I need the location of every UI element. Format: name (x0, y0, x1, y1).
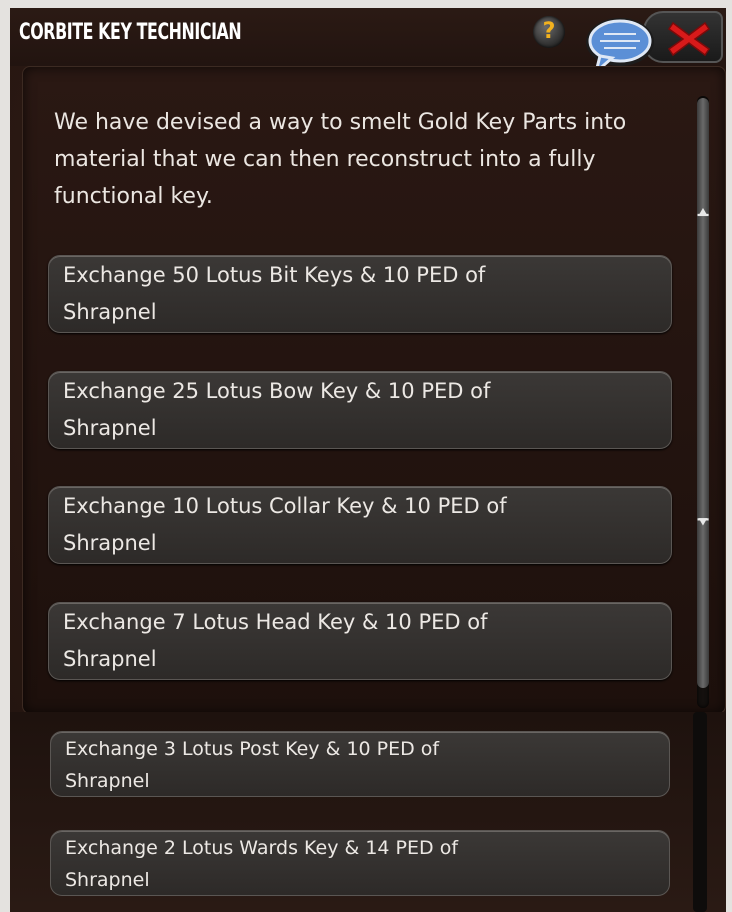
option-line1: Exchange 3 Lotus Post Key & 10 PED of (65, 738, 440, 760)
option-line2: Shrapnel (63, 416, 157, 440)
title-bar: CORBITE KEY TECHNICIAN ? (10, 8, 726, 77)
option-line1: Exchange 2 Lotus Wards Key & 14 PED of (65, 837, 459, 859)
close-icon (667, 21, 711, 57)
exchange-option-wards-key[interactable]: Exchange 2 Lotus Wards Key & 14 PED of S… (50, 830, 670, 896)
scrollbar[interactable]: ⯅ ▔ ▁ ⯆ (693, 96, 713, 708)
exchange-option-collar-key[interactable]: Exchange 10 Lotus Collar Key & 10 PED of… (48, 486, 672, 564)
option-line1: Exchange 7 Lotus Head Key & 10 PED of (63, 610, 488, 634)
scroll-thumb[interactable] (697, 98, 709, 688)
option-line2: Shrapnel (63, 300, 157, 324)
dialog-window: CORBITE KEY TECHNICIAN ? We have devised… (10, 8, 726, 912)
scroll-down-grip-icon: ▁ ⯆ (697, 505, 709, 531)
option-line2: Shrapnel (65, 869, 150, 891)
exchange-option-bit-keys[interactable]: Exchange 50 Lotus Bit Keys & 10 PED of S… (48, 255, 672, 333)
option-line2: Shrapnel (65, 770, 150, 792)
window-title: CORBITE KEY TECHNICIAN (19, 20, 242, 45)
help-icon[interactable]: ? (533, 16, 565, 48)
lower-scrollbar[interactable] (693, 712, 707, 912)
scroll-up-grip-icon: ⯅ ▔ (697, 205, 709, 231)
option-line1: Exchange 50 Lotus Bit Keys & 10 PED of (63, 263, 486, 287)
option-line1: Exchange 10 Lotus Collar Key & 10 PED of (63, 494, 507, 518)
option-line2: Shrapnel (63, 531, 157, 555)
option-line2: Shrapnel (63, 647, 157, 671)
exchange-option-bow-key[interactable]: Exchange 25 Lotus Bow Key & 10 PED of Sh… (48, 371, 672, 449)
exchange-option-head-key[interactable]: Exchange 7 Lotus Head Key & 10 PED of Sh… (48, 602, 672, 680)
exchange-option-post-key[interactable]: Exchange 3 Lotus Post Key & 10 PED of Sh… (50, 731, 670, 797)
npc-description: We have devised a way to smelt Gold Key … (54, 110, 627, 209)
option-line1: Exchange 25 Lotus Bow Key & 10 PED of (63, 379, 491, 403)
